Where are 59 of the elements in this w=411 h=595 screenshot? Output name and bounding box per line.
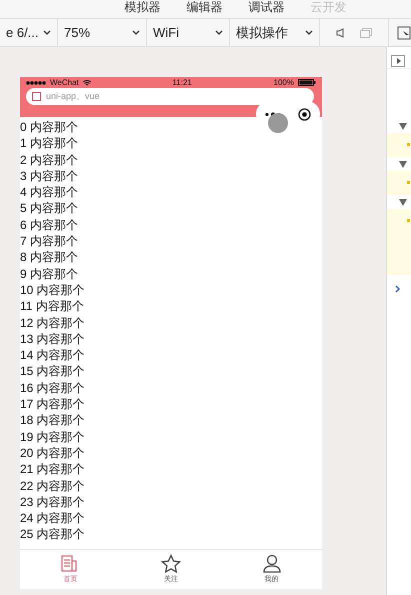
list-item: 21 内容那个 [20, 461, 85, 478]
list-item: 22 内容那个 [20, 478, 85, 494]
status-time: 11:21 [172, 76, 192, 88]
speaker-icon[interactable] [336, 28, 344, 38]
list-item: 13 内容那个 [20, 330, 85, 348]
list-item: 3 内容那个 [20, 168, 78, 184]
list-item: 1 内容那个 [20, 135, 78, 152]
list-item: 11 内容那个 [20, 298, 84, 315]
expanded-triangle-icon[interactable] [399, 122, 407, 130]
expanded-triangle-icon[interactable] [399, 160, 407, 168]
log-row [387, 171, 411, 195]
list-item: 10 内容那个 [20, 282, 85, 298]
wifi-icon [82, 80, 91, 86]
list-item: 8 内容那个 [20, 249, 78, 266]
log-row [387, 133, 411, 157]
battery-percent: 100% [274, 76, 294, 88]
caret-icon [305, 30, 313, 35]
dropdown[interactable]: 模拟操作 [230, 19, 320, 46]
panel-toggle-icon[interactable] [391, 54, 405, 67]
list-item: 7 内容那个 [20, 233, 78, 250]
list-item: 17 内容那个 [20, 396, 85, 412]
dropdown[interactable]: e 6/... [0, 19, 58, 46]
expanded-triangle-icon[interactable] [399, 198, 407, 206]
list-item: 16 内容那个 [20, 380, 85, 396]
star-icon [161, 554, 181, 573]
list-item: 4 内容那个 [20, 184, 78, 200]
person-icon [262, 554, 282, 573]
close-icon[interactable] [298, 108, 312, 120]
list-item: 19 内容那个 [20, 428, 85, 445]
list-item: 23 内容那个 [20, 494, 85, 510]
touch-cursor-icon [268, 113, 288, 133]
dropdown[interactable]: 75% [58, 19, 147, 46]
battery-icon [298, 79, 316, 86]
dropdown[interactable]: WiFi [147, 19, 230, 46]
list-item: 12 内容那个 [20, 314, 85, 331]
list-item: 9 内容那个 [20, 266, 78, 282]
caret-icon [132, 30, 140, 35]
log-row [387, 209, 411, 275]
search-placeholder: uni-app、vue [46, 90, 100, 103]
list-item: 18 内容那个 [20, 412, 85, 429]
checkbox-icon [32, 92, 41, 101]
list-item: 5 内容那个 [20, 200, 78, 217]
list-item: 0 内容那个 [20, 119, 78, 136]
caret-icon [215, 30, 223, 35]
list-item: 20 内容那个 [20, 444, 85, 462]
tab-label[interactable]: 调试器 [248, 0, 284, 18]
signal-icon [26, 80, 46, 84]
prompt-chevron-icon[interactable] [395, 284, 401, 293]
list-item: 25 内容那个 [20, 526, 85, 543]
carrier-name: WeChat [50, 76, 79, 88]
caret-icon [43, 30, 51, 35]
inspect-icon[interactable] [397, 26, 411, 40]
tab-label[interactable]: 模拟器 [124, 0, 160, 18]
list-item: 15 内容那个 [20, 363, 85, 380]
list-item: 14 内容那个 [20, 347, 85, 364]
list-item: 2 内容那个 [20, 152, 78, 168]
list-item: 24 内容那个 [20, 510, 85, 526]
list-item: 6 内容那个 [20, 216, 78, 234]
tab-label[interactable]: 编辑器 [186, 0, 222, 18]
